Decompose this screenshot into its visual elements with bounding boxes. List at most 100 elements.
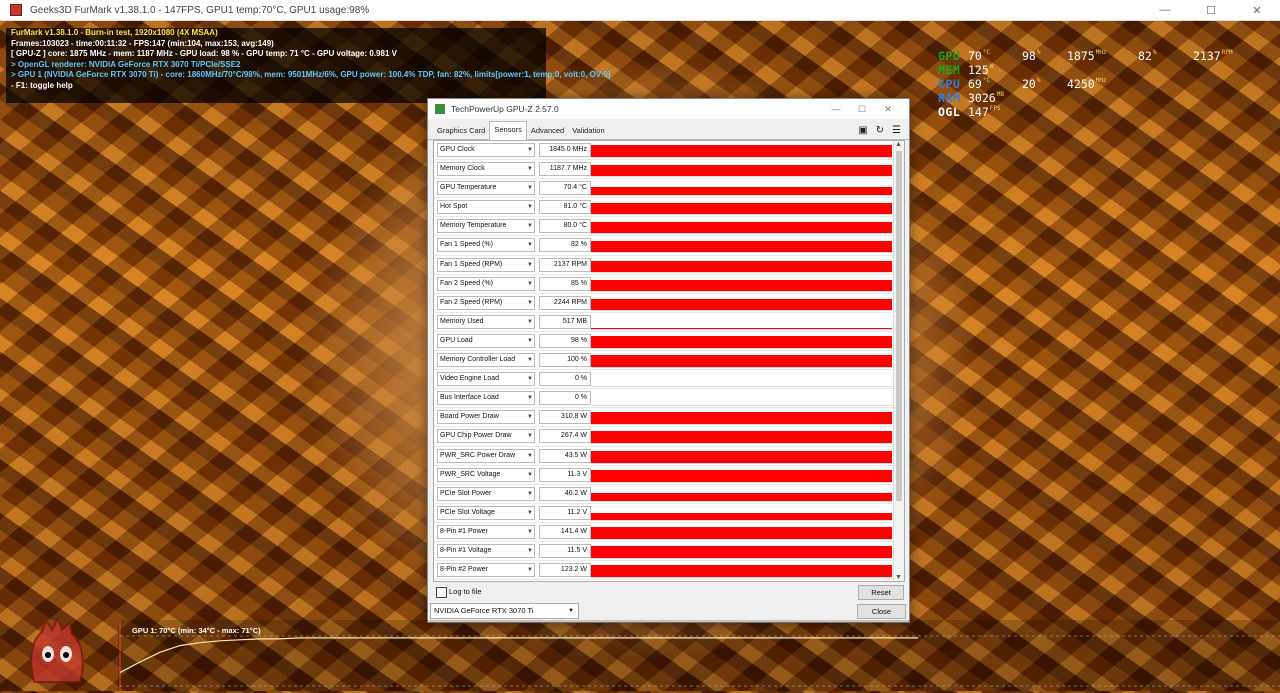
tab-sensors[interactable]: Sensors (489, 121, 527, 141)
sensor-name-dropdown[interactable]: Hot Spot ▼ (437, 200, 535, 215)
close-button[interactable]: Close (857, 604, 906, 619)
sensor-graph-fill (591, 355, 892, 368)
window-title: Geeks3D FurMark v1.38.1.0 - 147FPS, GPU1… (30, 4, 370, 16)
sensor-row: PCIe Slot Power ▼ 46.2 W (434, 485, 904, 504)
sensor-graph (591, 143, 892, 158)
sensor-graph-fill (591, 187, 892, 196)
gpuz-close-button[interactable]: ✕ (875, 99, 901, 119)
sensor-name-dropdown[interactable]: GPU Chip Power Draw ▼ (437, 429, 535, 444)
chevron-down-icon: ▼ (527, 147, 533, 153)
sensor-value: 80.0 °C (539, 219, 591, 234)
sensor-name-dropdown[interactable]: Video Engine Load ▼ (437, 372, 535, 387)
chevron-down-icon: ▼ (527, 280, 533, 287)
sensor-row: PCIe Slot Voltage ▼ 11.2 V (434, 504, 904, 523)
sensor-row: Bus Interface Load ▼ 0 % (434, 389, 904, 409)
chevron-down-icon: ▼ (527, 414, 533, 421)
sensor-name-dropdown[interactable]: Fan 1 Speed (%) ▼ (437, 238, 535, 253)
sensor-row: PWR_SRC Power Draw ▼ 43.5 W (434, 447, 904, 466)
sensor-value: 98 % (539, 333, 591, 348)
tab-validation[interactable]: Validation (568, 123, 608, 139)
reset-button[interactable]: Reset (858, 585, 904, 600)
tab-graphics-card[interactable]: Graphics Card (433, 123, 489, 139)
sensor-name-dropdown[interactable]: Memory Controller Load ▼ (437, 353, 535, 368)
sensor-name-dropdown[interactable]: PCIe Slot Power ▼ (437, 486, 535, 501)
sensor-graph-fill (591, 222, 892, 234)
chevron-down-icon: ▼ (527, 242, 533, 249)
sensor-name-dropdown[interactable]: Fan 2 Speed (RPM) ▼ (437, 295, 535, 310)
sensor-row: GPU Load ▼ 98 % (434, 332, 904, 352)
scroll-down-icon[interactable]: ▼ (895, 574, 902, 581)
sensor-graph (591, 219, 892, 235)
sensor-name-dropdown[interactable]: Fan 2 Speed (%) ▼ (437, 276, 535, 291)
log-to-file-label: Log to file (449, 587, 482, 596)
sensor-name-dropdown[interactable]: 8-Pin #2 Power ▼ (437, 563, 535, 578)
sensor-name-dropdown[interactable]: 8-Pin #1 Power ▼ (437, 524, 535, 539)
sensor-graph (591, 238, 892, 254)
sensor-graph (591, 543, 892, 559)
sensor-value: 2137 RPM (539, 257, 591, 272)
sensor-graph (591, 353, 892, 369)
sensor-name-dropdown[interactable]: Memory Temperature ▼ (437, 219, 535, 234)
chevron-down-icon: ▼ (527, 318, 533, 325)
osd-value: 125W (968, 63, 994, 77)
sensor-name: Bus Interface Load (440, 394, 499, 402)
chevron-down-icon: ▼ (527, 166, 533, 173)
sensor-row: Memory Controller Load ▼ 100 % (434, 351, 904, 371)
sensor-scrollbar[interactable]: ▲ ▼ (893, 141, 904, 581)
chevron-down-icon: ▼ (527, 433, 533, 440)
sensor-graph (591, 505, 892, 521)
scroll-up-icon[interactable]: ▲ (895, 141, 902, 148)
close-window-button[interactable]: ✕ (1234, 0, 1280, 20)
gpuz-window: TechPowerUp GPU-Z 2.57.0 — ☐ ✕ Graphics … (427, 98, 910, 623)
sensor-graph (591, 391, 892, 407)
sensor-row: Memory Clock ▼ 1187.7 MHz (434, 160, 904, 180)
sensor-name-dropdown[interactable]: Memory Clock ▼ (437, 162, 535, 177)
sensor-name: Memory Temperature (440, 222, 507, 230)
furmark-logo (26, 615, 88, 688)
sensor-value: 310.8 W (539, 410, 591, 425)
sensor-row: Hot Spot ▼ 81.0 °C (434, 198, 904, 218)
sensor-name: Video Engine Load (440, 375, 500, 383)
chevron-down-icon: ▼ (527, 261, 533, 268)
gpuz-minimize-button[interactable]: — (823, 99, 849, 119)
chevron-down-icon: ▼ (527, 528, 533, 535)
sensor-name-dropdown[interactable]: PCIe Slot Voltage ▼ (437, 505, 535, 520)
sensor-name-dropdown[interactable]: Board Power Draw ▼ (437, 410, 535, 425)
osd-value: 98% (1022, 49, 1041, 63)
maximize-button[interactable]: ☐ (1188, 0, 1234, 20)
minimize-button[interactable]: — (1142, 0, 1188, 20)
chevron-down-icon: ▼ (527, 509, 533, 516)
sensor-name-dropdown[interactable]: GPU Clock ▼ (437, 143, 535, 157)
sensor-name: PCIe Slot Power (440, 489, 492, 497)
sensor-row: Memory Used ▼ 517 MB (434, 313, 904, 332)
sensor-value: 1187.7 MHz (539, 162, 591, 177)
sensor-name-dropdown[interactable]: Memory Used ▼ (437, 314, 535, 329)
gpuz-maximize-button[interactable]: ☐ (849, 99, 875, 119)
sensor-row: GPU Chip Power Draw ▼ 267.4 W (434, 427, 904, 447)
sensor-graph (591, 333, 892, 349)
sensor-graph-fill (591, 241, 892, 253)
log-to-file-checkbox[interactable] (436, 587, 447, 598)
sensor-name-dropdown[interactable]: PWR_SRC Voltage ▼ (437, 467, 535, 482)
sensor-name-dropdown[interactable]: 8-Pin #1 Voltage ▼ (437, 543, 535, 558)
device-select[interactable]: NVIDIA GeForce RTX 3070 Ti ▼ (430, 603, 579, 619)
sensor-name-dropdown[interactable]: PWR_SRC Power Draw ▼ (437, 448, 535, 463)
furmark-frames-line: Frames:103023 - time:00:11:32 - FPS:147 … (11, 38, 274, 48)
refresh-icon[interactable]: ↻ (876, 125, 884, 136)
osd-label: CPU (938, 77, 961, 91)
temp-graph-svg (119, 620, 1280, 691)
sensor-name: 8-Pin #2 Power (440, 566, 488, 574)
sensor-graph-fill (591, 260, 892, 272)
sensor-name-dropdown[interactable]: GPU Temperature ▼ (437, 181, 535, 196)
sensor-name-dropdown[interactable]: Fan 1 Speed (RPM) ▼ (437, 257, 535, 272)
scroll-thumb[interactable] (896, 151, 902, 501)
menu-icon[interactable]: ☰ (892, 125, 901, 136)
sensor-name-dropdown[interactable]: Bus Interface Load ▼ (437, 391, 535, 406)
tab-advanced[interactable]: Advanced (527, 123, 568, 139)
sensor-graph-fill (591, 492, 892, 501)
sensor-value: 141.4 W (539, 524, 591, 539)
chevron-down-icon: ▼ (527, 337, 533, 344)
sensor-graph-fill (591, 327, 892, 329)
camera-icon[interactable]: ▣ (858, 125, 867, 136)
sensor-name-dropdown[interactable]: GPU Load ▼ (437, 333, 535, 348)
